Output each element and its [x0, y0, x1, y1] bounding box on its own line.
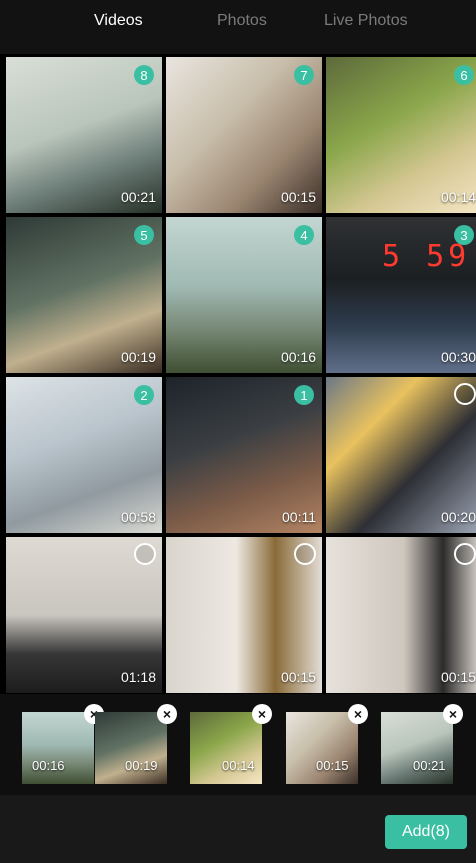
media-tile[interactable]: 8 00:21 [6, 57, 162, 213]
video-duration: 00:58 [120, 509, 156, 525]
video-duration: 00:14 [440, 189, 476, 205]
clip-thumbnail [381, 712, 453, 784]
media-tile[interactable]: 01:18 [6, 537, 162, 693]
selection-order-badge[interactable]: 1 [294, 385, 314, 405]
video-duration: 00:15 [280, 189, 316, 205]
media-tile[interactable]: 5 59 3 00:30 [326, 217, 476, 373]
alarm-clock-digits: 5 59 [382, 239, 471, 274]
clip-duration: 00:15 [316, 758, 349, 773]
selection-order-badge[interactable]: 2 [134, 385, 154, 405]
remove-clip-button[interactable]: × [443, 704, 463, 724]
select-circle[interactable] [294, 543, 316, 565]
clip-thumbnail [95, 712, 167, 784]
add-selected-button[interactable]: Add(8) [385, 815, 467, 849]
selected-clips-tray: 00:16 × 00:19 × 00:14 × 00:15 × 00:21 × [0, 694, 476, 795]
media-tile[interactable]: 2 00:58 [6, 377, 162, 533]
selected-clip[interactable]: 00:21 × [381, 704, 463, 784]
video-duration: 00:19 [120, 349, 156, 365]
video-duration: 00:16 [280, 349, 316, 365]
select-circle[interactable] [134, 543, 156, 565]
remove-clip-button[interactable]: × [157, 704, 177, 724]
selected-clip[interactable]: 00:15 × [286, 704, 368, 784]
media-type-tabs: Videos Photos Live Photos [0, 0, 476, 54]
video-duration: 01:18 [120, 669, 156, 685]
select-circle[interactable] [454, 543, 476, 565]
select-circle[interactable] [454, 383, 476, 405]
selection-order-badge[interactable]: 4 [294, 225, 314, 245]
media-tile[interactable]: 00:20 [326, 377, 476, 533]
selected-clip[interactable]: 00:19 × [95, 704, 177, 784]
media-tile[interactable]: 00:15 [166, 537, 322, 693]
video-duration: 00:15 [280, 669, 316, 685]
media-grid: 8 00:21 7 00:15 6 00:14 5 00:19 4 00:16 … [0, 54, 476, 694]
video-duration: 00:11 [282, 509, 316, 525]
selected-clip[interactable]: 00:16 × [22, 704, 104, 784]
video-duration: 00:30 [440, 349, 476, 365]
selection-order-badge[interactable]: 8 [134, 65, 154, 85]
media-tile[interactable]: 4 00:16 [166, 217, 322, 373]
remove-clip-button[interactable]: × [348, 704, 368, 724]
bottom-action-bar: Add(8) [0, 795, 476, 863]
media-tile[interactable]: 6 00:14 [326, 57, 476, 213]
media-tile[interactable]: 5 00:19 [6, 217, 162, 373]
remove-clip-button[interactable]: × [252, 704, 272, 724]
selection-order-badge[interactable]: 5 [134, 225, 154, 245]
selected-clip[interactable]: 00:14 × [190, 704, 272, 784]
selection-order-badge[interactable]: 3 [454, 225, 474, 245]
media-tile[interactable]: 7 00:15 [166, 57, 322, 213]
clip-duration: 00:14 [222, 758, 255, 773]
video-duration: 00:20 [440, 509, 476, 525]
selection-order-badge[interactable]: 6 [454, 65, 474, 85]
clip-thumbnail [286, 712, 358, 784]
selection-order-badge[interactable]: 7 [294, 65, 314, 85]
clip-thumbnail [22, 712, 94, 784]
media-tile[interactable]: 1 00:11 [166, 377, 322, 533]
media-tile[interactable]: 00:15 [326, 537, 476, 693]
tab-photos[interactable]: Photos [217, 12, 267, 30]
video-duration: 00:15 [440, 669, 476, 685]
clip-thumbnail [190, 712, 262, 784]
tab-live-photos[interactable]: Live Photos [324, 12, 408, 30]
tab-videos[interactable]: Videos [94, 12, 143, 30]
clip-duration: 00:21 [413, 758, 446, 773]
video-duration: 00:21 [120, 189, 156, 205]
clip-duration: 00:19 [125, 758, 158, 773]
clip-duration: 00:16 [32, 758, 65, 773]
